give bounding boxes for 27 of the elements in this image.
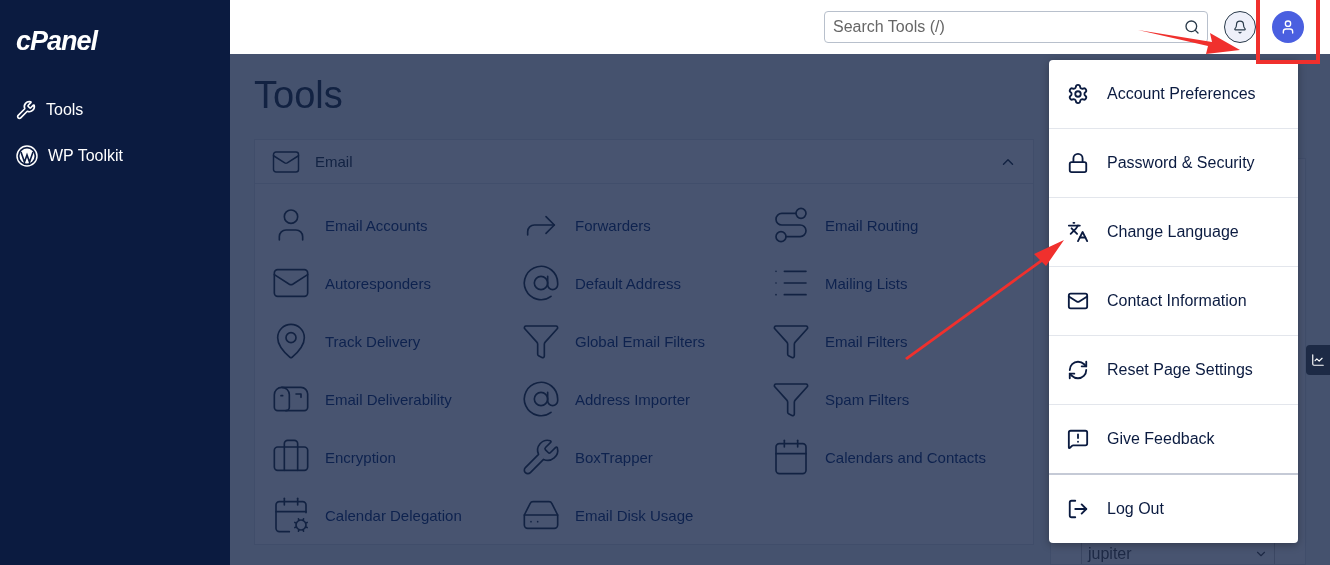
- search-field[interactable]: Search Tools (/): [824, 11, 1208, 43]
- feedback-icon: [1067, 428, 1089, 450]
- bell-icon: [1233, 20, 1247, 34]
- menu-item[interactable]: Password & Security: [1049, 128, 1298, 197]
- menu-item[interactable]: Account Preferences: [1049, 60, 1298, 128]
- envelope-icon: [1067, 290, 1089, 312]
- menu-item[interactable]: Log Out: [1049, 473, 1298, 543]
- chart-icon: [1311, 353, 1325, 367]
- sidebar-item[interactable]: WP Toolkit: [16, 133, 230, 179]
- refresh-icon: [1067, 359, 1089, 381]
- sidebar-item[interactable]: Tools: [16, 87, 230, 133]
- language-icon: [1067, 221, 1089, 243]
- tools-icon: [16, 100, 36, 120]
- user-button[interactable]: [1272, 11, 1304, 43]
- cpanel-logo: cPanel: [16, 26, 100, 57]
- search-icon: [1184, 19, 1200, 35]
- settings-icon: [1067, 83, 1089, 105]
- menu-item[interactable]: Contact Information: [1049, 266, 1298, 335]
- highlight-frame: [1256, 0, 1320, 64]
- chart-button[interactable]: [1306, 345, 1330, 375]
- user-icon: [1280, 19, 1296, 35]
- log-out-icon: [1067, 498, 1089, 520]
- lock-icon: [1067, 152, 1089, 174]
- menu-item[interactable]: Reset Page Settings: [1049, 335, 1298, 404]
- menu-item[interactable]: Give Feedback: [1049, 404, 1298, 473]
- notifications-button[interactable]: [1224, 11, 1256, 43]
- wordpress-icon: [16, 145, 38, 167]
